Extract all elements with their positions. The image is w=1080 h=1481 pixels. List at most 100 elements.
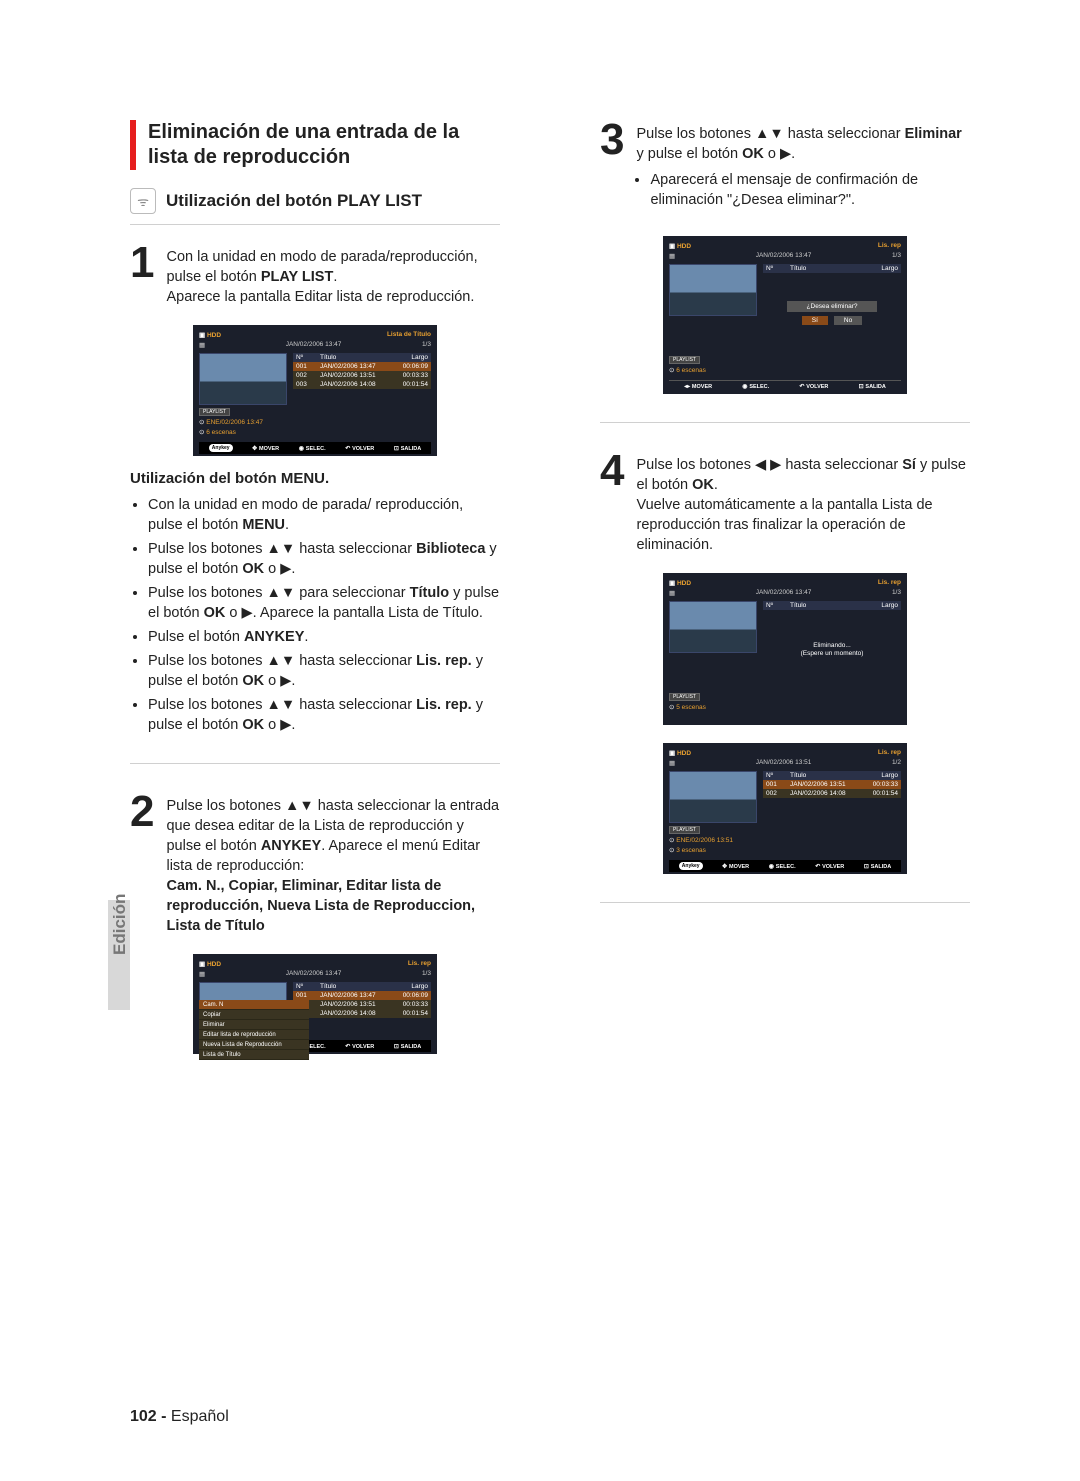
remote-icon: ᯤ (130, 188, 156, 214)
col-n: Nº (766, 265, 784, 272)
return-icon: ↶ (799, 384, 804, 390)
screen-mode: Lis. rep (878, 749, 901, 757)
thumbnail (669, 601, 757, 653)
screen-after-delete: HDDLis. rep JAN/02/2006 13:511/2 PLAYLIS… (663, 743, 907, 874)
context-menu: Cam. NCopiarEliminarEditar lista de repr… (199, 1000, 309, 1060)
playlist-scenes: 6 escenas (199, 428, 287, 436)
screen-hdd: HDD (199, 331, 221, 339)
step-text: Aparece la pantalla Editar lista de repr… (166, 289, 474, 305)
ok-icon: ◉ (299, 446, 304, 452)
screen-hdd: HDD (669, 579, 691, 587)
table-row[interactable]: JAN/02/2006 14:0800:01:54 (293, 1009, 431, 1018)
thumbnail (669, 771, 757, 823)
menu-item[interactable]: Copiar (199, 1010, 309, 1020)
step-number: 3 (600, 120, 624, 218)
screen-timestamp: JAN/02/2006 13:47 (286, 970, 342, 978)
playlist-scenes: 6 escenas (669, 366, 901, 374)
col-title: Título (790, 602, 858, 609)
side-tab: Edición (108, 900, 130, 1010)
screen-hdd: HDD (199, 960, 221, 968)
return-icon: ↶ (345, 446, 350, 452)
right-column: 3 Pulse los botones ▲▼ hasta seleccionar… (600, 120, 970, 1064)
step-4: 4 Pulse los botones ◀ ▶ hasta selecciona… (600, 451, 970, 555)
divider (130, 763, 500, 764)
list-item: Pulse los botones ▲▼ hasta seleccionar L… (148, 651, 500, 691)
hint-volver: VOLVER (352, 446, 374, 452)
step-text: . (333, 269, 337, 285)
exit-icon: ⊡ (864, 864, 869, 870)
col-n: Nº (766, 602, 784, 609)
step-text: . (714, 477, 718, 493)
screen-mode: Lis. rep (408, 960, 431, 968)
table-row[interactable]: 003JAN/02/2006 14:0800:01:54 (293, 380, 431, 389)
step-bold: Sí (902, 457, 916, 473)
col-title: Título (790, 265, 858, 272)
list-item: Pulse el botón ANYKEY. (148, 627, 500, 647)
exit-icon: ⊡ (394, 446, 399, 452)
thumbnail (669, 264, 757, 316)
screen-count: 1/3 (422, 341, 431, 349)
table-row[interactable]: JAN/02/2006 13:5100:03:33 (293, 1000, 431, 1009)
playlist-tag: PLAYLIST (669, 826, 700, 834)
bullet-list: Con la unidad en modo de parada/ reprodu… (130, 495, 500, 735)
hint-volver: VOLVER (806, 384, 828, 390)
hint-anykey: Anykey (679, 862, 703, 870)
hint-salida: SALIDA (865, 384, 885, 390)
step-bold: OK (692, 477, 714, 493)
screen-mode: Lista de Título (387, 331, 431, 339)
col-length: Largo (864, 602, 898, 609)
menu-item[interactable]: Eliminar (199, 1020, 309, 1030)
page-title: Eliminación de una entrada de la lista d… (148, 120, 500, 170)
hint-selec: SELEC. (306, 446, 326, 452)
menu-item[interactable]: Editar lista de reproducción (199, 1030, 309, 1040)
table-row[interactable]: 001JAN/02/2006 13:4700:06:09 (293, 991, 431, 1000)
playlist-date: ENE/02/2006 13:47 (199, 418, 287, 426)
side-tab-label: Edición (110, 894, 130, 955)
lr-arrows-icon: ◂▸ (684, 384, 690, 390)
step-number: 1 (130, 243, 154, 307)
menu-item[interactable]: Lista de Título (199, 1050, 309, 1060)
table-row[interactable]: 002JAN/02/2006 14:0800:01:54 (763, 789, 901, 798)
step-text: y pulse el botón (636, 146, 742, 162)
ok-icon: ◉ (742, 384, 747, 390)
hint-salida: SALIDA (401, 446, 421, 452)
screen-timestamp: JAN/02/2006 13:47 (756, 589, 812, 597)
menu-method-heading: Utilización del botón MENU. (130, 470, 500, 487)
step-text: Pulse los botones ◀ ▶ hasta seleccionar (636, 457, 902, 473)
dialog-no[interactable]: No (834, 316, 862, 325)
step-number: 4 (600, 451, 624, 555)
step-bold: ANYKEY (261, 838, 321, 854)
screen-count: 1/3 (892, 589, 901, 597)
screen-timestamp: JAN/02/2006 13:47 (756, 252, 812, 260)
ok-icon: ◉ (769, 864, 774, 870)
menu-item[interactable]: Nueva Lista de Reproducción (199, 1040, 309, 1050)
table-row[interactable]: 001JAN/02/2006 13:4700:06:09 (293, 362, 431, 371)
step-1: 1 Con la unidad en modo de parada/reprod… (130, 243, 500, 307)
hint-salida: SALIDA (401, 1044, 421, 1050)
playlist-tag: PLAYLIST (669, 356, 700, 364)
screen-title-list: HDDLista de Título JAN/02/2006 13:471/3 … (193, 325, 437, 456)
hint-anykey: Anykey (209, 444, 233, 452)
step-bold: Cam. N., Copiar, Eliminar, Editar lista … (166, 878, 475, 934)
playlist-scenes: 5 escenas (669, 703, 901, 711)
playlist-scenes: 3 escenas (669, 846, 757, 854)
screen-count: 1/3 (892, 252, 901, 260)
list-item: Con la unidad en modo de parada/ reprodu… (148, 495, 500, 535)
table-row[interactable]: 001JAN/02/2006 13:5100:03:33 (763, 780, 901, 789)
screen-mode: Lis. rep (878, 242, 901, 250)
step-bold: Eliminar (905, 126, 962, 142)
dialog-yes[interactable]: Sí (802, 316, 828, 325)
screen-mode: Lis. rep (878, 579, 901, 587)
step-sub: Aparecerá el mensaje de confirmación de … (650, 170, 970, 210)
return-icon: ↶ (815, 864, 820, 870)
arrows-icon: ✥ (252, 446, 257, 452)
step-bold: OK (742, 146, 764, 162)
status-deleting: Eliminando... (801, 642, 864, 650)
step-sub: Vuelve automáticamente a la pantalla Lis… (636, 497, 932, 553)
hint-salida: SALIDA (871, 864, 891, 870)
step-text: o ▶. (764, 146, 795, 162)
table-row[interactable]: 002JAN/02/2006 13:5100:03:33 (293, 371, 431, 380)
page-number: 102 - (130, 1408, 166, 1425)
menu-item[interactable]: Cam. N (199, 1000, 309, 1010)
screen-confirm-delete: HDDLis. rep JAN/02/2006 13:471/3 NºTítul… (663, 236, 907, 394)
